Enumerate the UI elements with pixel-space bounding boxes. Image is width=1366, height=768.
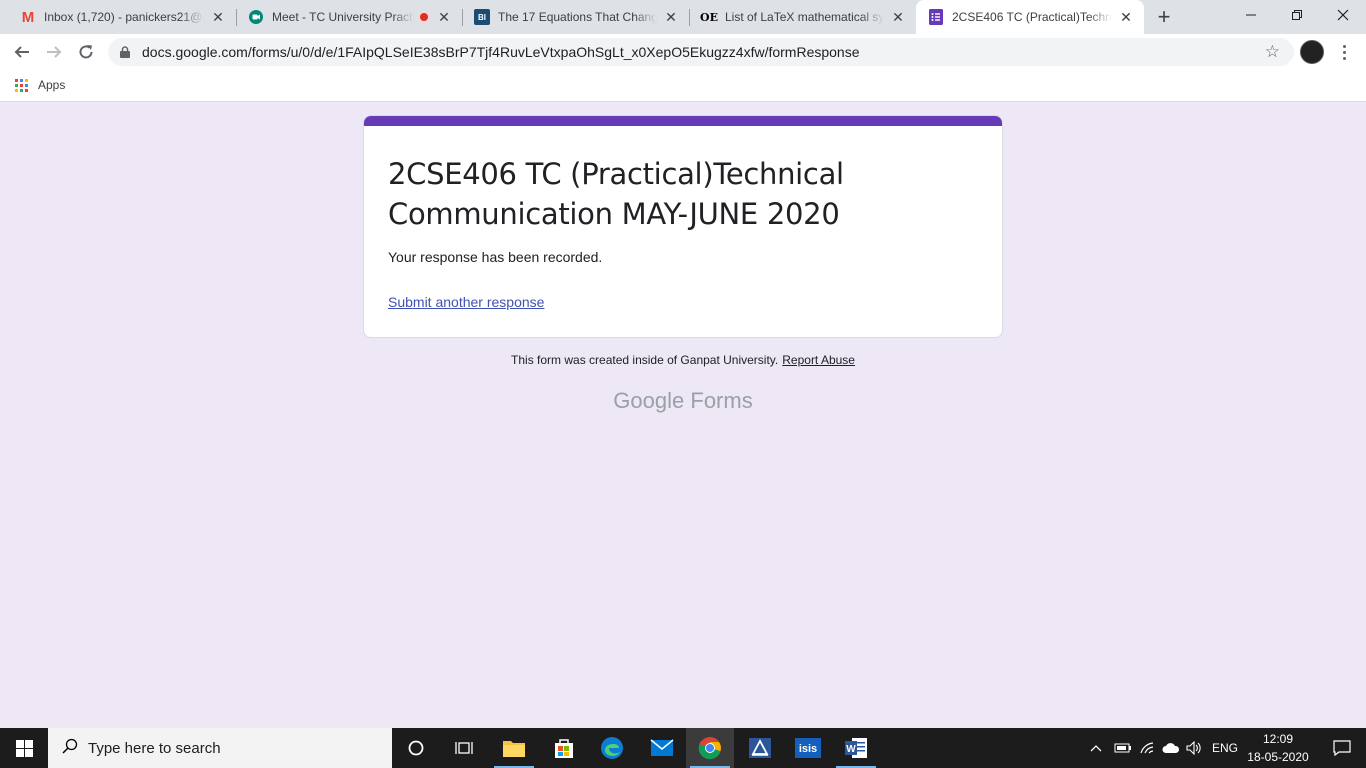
lock-icon (120, 46, 132, 58)
apps-grid-icon (15, 78, 28, 92)
store-icon (555, 739, 573, 758)
confirmation-message: Your response has been recorded. (388, 249, 603, 265)
close-window-button[interactable] (1320, 0, 1366, 30)
profile-avatar[interactable] (1300, 40, 1324, 64)
windows-logo-icon (15, 739, 33, 757)
forms-icon (928, 9, 944, 25)
show-hidden-icons[interactable] (1090, 728, 1102, 768)
app-button[interactable] (736, 728, 784, 768)
report-abuse-link[interactable]: Report Abuse (782, 353, 855, 367)
store-button[interactable] (540, 728, 588, 768)
restore-button[interactable] (1274, 0, 1320, 30)
form-accent-bar (364, 116, 1002, 126)
recording-icon (418, 11, 430, 23)
isis-icon: isis (795, 738, 821, 758)
close-icon[interactable]: ✕ (890, 9, 906, 25)
chrome-button[interactable] (686, 728, 734, 768)
edge-icon (601, 737, 623, 759)
volume-icon[interactable] (1186, 728, 1202, 768)
submit-another-link[interactable]: Submit another response (388, 294, 544, 310)
tab-gmail[interactable]: M Inbox (1,720) - panickers21@gmail.com … (8, 0, 236, 34)
new-tab-button[interactable]: + (1152, 4, 1176, 29)
forward-button[interactable] (40, 38, 68, 66)
gmail-icon: M (21, 8, 35, 26)
footer-note-text: This form was created inside of Ganpat U… (511, 353, 779, 367)
form-response-card: 2CSE406 TC (Practical)Technical Communic… (363, 115, 1003, 338)
google-forms-logo[interactable]: Google Forms (0, 388, 1366, 414)
reload-button[interactable] (72, 38, 100, 66)
windows-taskbar: Type here to search isis W ENG 12:09 18-… (0, 728, 1366, 768)
notification-icon (1333, 740, 1351, 756)
close-icon[interactable]: ✕ (1118, 9, 1134, 25)
close-icon[interactable]: ✕ (436, 9, 452, 25)
tab-meet[interactable]: Meet - TC University Practical ✕ (236, 0, 462, 34)
svg-text:isis: isis (799, 743, 817, 755)
taskbar-clock[interactable]: 12:09 18-05-2020 (1244, 730, 1312, 766)
tab-equations[interactable]: BI The 17 Equations That Changed the Wor… (462, 0, 689, 34)
word-button[interactable]: W (832, 728, 880, 768)
address-bar[interactable]: docs.google.com/forms/u/0/d/e/1FAIpQLSeI… (108, 38, 1294, 66)
mail-icon (650, 739, 674, 756)
search-placeholder: Type here to search (88, 739, 221, 757)
forms-wordmark: Forms (690, 388, 753, 413)
tab-title: Meet - TC University Practical (272, 10, 414, 24)
tab-strip: M Inbox (1,720) - panickers21@gmail.com … (0, 0, 1366, 34)
chrome-menu-icon[interactable] (1336, 40, 1352, 64)
cortana-button[interactable] (392, 728, 440, 768)
start-button[interactable] (0, 728, 48, 768)
clock-time: 12:09 (1262, 732, 1294, 746)
mail-button[interactable] (638, 728, 686, 768)
bookmarks-bar: Apps (0, 70, 1366, 102)
apps-bookmark[interactable]: Apps (15, 78, 65, 92)
tab-title: List of LaTeX mathematical symbols (725, 10, 884, 24)
tab-title: 2CSE406 TC (Practical)Technical Communic… (952, 10, 1112, 24)
bookmark-star-icon[interactable]: ☆ (1265, 43, 1280, 60)
tab-forms[interactable]: 2CSE406 TC (Practical)Technical Communic… (916, 0, 1144, 34)
forward-arrow-icon (47, 46, 62, 58)
meet-icon (248, 9, 264, 25)
battery-icon[interactable] (1114, 728, 1132, 768)
url-text[interactable]: docs.google.com/forms/u/0/d/e/1FAIpQLSeI… (142, 44, 860, 60)
close-icon[interactable]: ✕ (663, 9, 679, 25)
chrome-icon (698, 737, 721, 760)
word-icon: W (845, 738, 867, 758)
isis-button[interactable]: isis (784, 728, 832, 768)
task-view-button[interactable] (440, 728, 488, 768)
app-window-icon (749, 738, 771, 758)
search-icon (62, 738, 78, 759)
apps-label: Apps (38, 78, 66, 92)
tab-title: Inbox (1,720) - panickers21@gmail.com (44, 10, 204, 24)
tab-latex[interactable]: OE List of LaTeX mathematical symbols ✕ (689, 0, 916, 34)
form-title: 2CSE406 TC (Practical)Technical Communic… (388, 157, 844, 231)
clock-date: 18-05-2020 (1247, 750, 1309, 764)
svg-text:W: W (846, 744, 856, 755)
wifi-icon[interactable] (1140, 728, 1156, 768)
task-view-icon (455, 742, 473, 754)
edge-button[interactable] (588, 728, 636, 768)
back-arrow-icon (14, 46, 29, 58)
reload-icon (79, 45, 93, 59)
google-wordmark: Google (613, 388, 685, 413)
action-center-button[interactable] (1318, 728, 1366, 768)
tab-title: The 17 Equations That Changed the World (498, 10, 657, 24)
cortana-icon (408, 740, 424, 756)
chevron-up-icon (1090, 745, 1102, 752)
folder-icon (503, 741, 525, 757)
back-button[interactable] (8, 38, 36, 66)
onedrive-icon[interactable] (1162, 728, 1180, 768)
language-indicator[interactable]: ENG (1212, 728, 1238, 768)
taskbar-search[interactable]: Type here to search (48, 728, 392, 768)
footer-note: This form was created inside of Ganpat U… (0, 353, 1366, 367)
business-insider-icon: BI (474, 9, 490, 25)
close-icon[interactable]: ✕ (210, 9, 226, 25)
file-explorer-button[interactable] (490, 728, 538, 768)
oeis-icon: OE (700, 10, 718, 24)
minimize-button[interactable] (1228, 0, 1274, 30)
